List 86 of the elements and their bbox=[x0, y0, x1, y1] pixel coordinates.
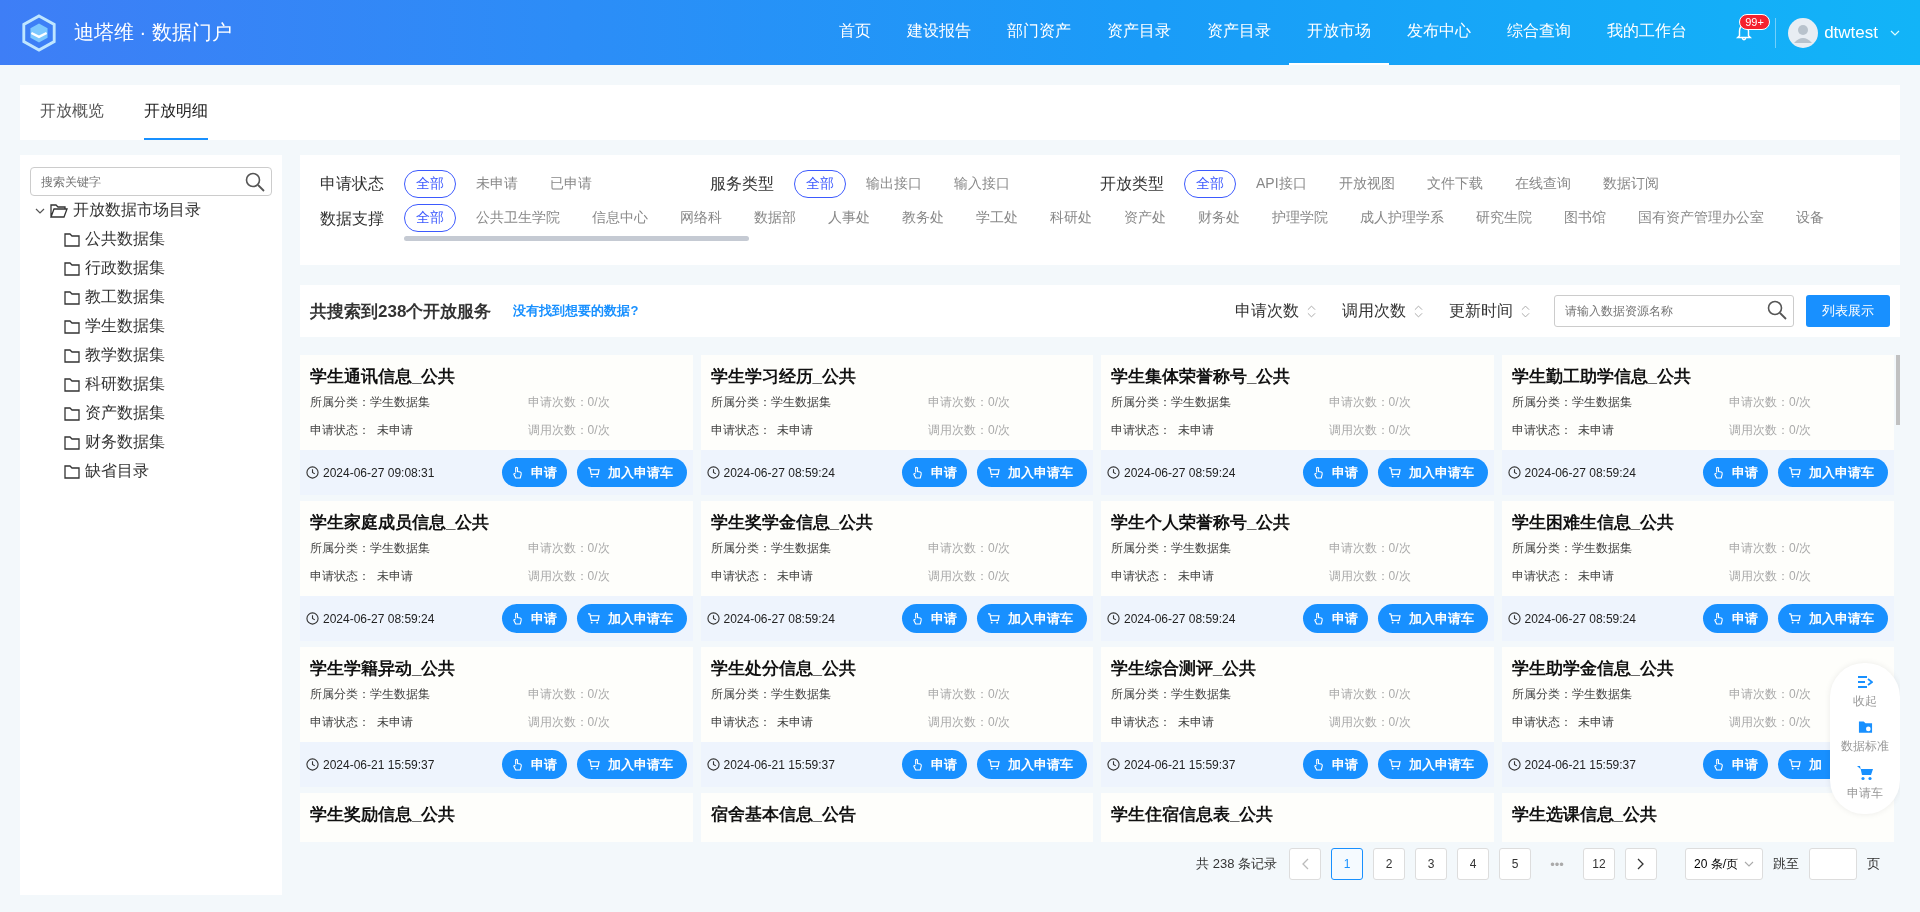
page-unit-label: 页 bbox=[1867, 855, 1880, 873]
card-title: 学生困难生信息_公共 bbox=[1511, 512, 1674, 534]
results-summary: 共搜索到238个开放服务 bbox=[310, 300, 492, 323]
card-title: 学生综合测评_公共 bbox=[1111, 658, 1257, 680]
total-records: 共 238 条记录 bbox=[1196, 855, 1277, 873]
apply-count: 申请次数：0/次 bbox=[527, 686, 610, 703]
update-time: 2024-06-27 08:59:24 bbox=[1524, 611, 1636, 626]
call-count: 调用次数：0/次 bbox=[1729, 714, 1811, 731]
update-time: 2024-06-21 15:59:37 bbox=[323, 757, 435, 772]
apply-status: 申请状态： 未申请 bbox=[1111, 714, 1214, 731]
update-time: 2024-06-27 08:59:24 bbox=[1124, 465, 1236, 480]
filter-label: 开放类型 bbox=[1100, 173, 1165, 194]
apply-status: 申请状态： 未申请 bbox=[310, 568, 413, 585]
apply-count: 申请次数：0/次 bbox=[928, 540, 1010, 557]
call-count: 调用次数：0/次 bbox=[527, 568, 610, 585]
call-count: 调用次数：0/次 bbox=[527, 422, 610, 439]
apply-status: 申请状态： 未申请 bbox=[710, 714, 814, 731]
apply-status: 申请状态： 未申请 bbox=[1111, 422, 1214, 439]
card-title: 学生个人荣誉称号_公共 bbox=[1111, 512, 1291, 534]
apply-status: 申请状态： 未申请 bbox=[1511, 568, 1615, 585]
card-category: 所属分类：学生数据集 bbox=[1111, 394, 1231, 411]
card-category: 所属分类：学生数据集 bbox=[310, 394, 430, 411]
apply-count: 申请次数：0/次 bbox=[527, 394, 610, 411]
card-category: 所属分类：学生数据集 bbox=[710, 540, 831, 557]
apply-count: 申请次数：0/次 bbox=[1328, 540, 1411, 557]
call-count: 调用次数：0/次 bbox=[1729, 568, 1811, 585]
card-category: 所属分类：学生数据集 bbox=[710, 394, 831, 411]
card-title: 学生勤工助学信息_公共 bbox=[1511, 366, 1691, 388]
apply-status: 申请状态： 未申请 bbox=[1511, 422, 1615, 439]
call-count: 调用次数：0/次 bbox=[928, 422, 1010, 439]
update-time: 2024-06-27 08:59:24 bbox=[323, 611, 435, 626]
filter-label: 数据支撑 bbox=[320, 209, 385, 229]
apply-status: 申请状态： 未申请 bbox=[310, 714, 413, 731]
update-time: 2024-06-27 08:59:24 bbox=[1124, 611, 1236, 626]
card-title: 学生学籍异动_公共 bbox=[310, 658, 456, 680]
update-time: 2024-06-21 15:59:37 bbox=[1524, 757, 1636, 772]
filter-label: 服务类型 bbox=[710, 173, 775, 194]
card-category: 所属分类：学生数据集 bbox=[1511, 394, 1632, 411]
card-category: 所属分类：学生数据集 bbox=[1511, 686, 1632, 703]
card-title: 学生处分信息_公共 bbox=[710, 658, 856, 680]
card-title: 学生助学金信息_公共 bbox=[1511, 658, 1674, 680]
card-category: 所属分类：学生数据集 bbox=[310, 686, 430, 703]
card-category: 所属分类：学生数据集 bbox=[310, 540, 430, 557]
apply-count: 申请次数：0/次 bbox=[1729, 686, 1811, 703]
card-category: 所属分类：学生数据集 bbox=[1511, 540, 1632, 557]
card-title: 学生选课信息_公共 bbox=[1511, 804, 1657, 826]
card-title: 学生住宿信息表_公共 bbox=[1111, 804, 1274, 826]
card-title: 宿舍基本信息_公告 bbox=[710, 804, 856, 826]
update-time: 2024-06-27 08:59:24 bbox=[723, 465, 835, 480]
filter-label: 申请状态 bbox=[320, 173, 385, 194]
card-category: 所属分类：学生数据集 bbox=[1111, 540, 1231, 557]
card-title: 学生奖励信息_公共 bbox=[310, 804, 456, 826]
apply-count: 申请次数：0/次 bbox=[1328, 686, 1411, 703]
apply-status: 申请状态： 未申请 bbox=[310, 422, 413, 439]
apply-count: 申请次数：0/次 bbox=[1729, 394, 1811, 411]
card-title: 学生奖学金信息_公共 bbox=[710, 512, 873, 534]
jump-label: 跳至 bbox=[1773, 855, 1799, 873]
apply-count: 申请次数：0/次 bbox=[1328, 394, 1411, 411]
apply-count: 申请次数：0/次 bbox=[1729, 540, 1811, 557]
apply-status: 申请状态： 未申请 bbox=[1111, 568, 1214, 585]
call-count: 调用次数：0/次 bbox=[1328, 422, 1411, 439]
update-time: 2024-06-21 15:59:37 bbox=[723, 757, 835, 772]
card-title: 学生通讯信息_公共 bbox=[310, 366, 456, 388]
apply-status: 申请状态： 未申请 bbox=[710, 422, 814, 439]
card-category: 所属分类：学生数据集 bbox=[1111, 686, 1231, 703]
apply-count: 申请次数：0/次 bbox=[928, 686, 1010, 703]
call-count: 调用次数：0/次 bbox=[1328, 714, 1411, 731]
card-category: 所属分类：学生数据集 bbox=[710, 686, 831, 703]
card-title: 学生学习经历_公共 bbox=[710, 366, 856, 388]
card-title: 学生集体荣誉称号_公共 bbox=[1111, 366, 1291, 388]
update-time: 2024-06-21 15:59:37 bbox=[1124, 757, 1236, 772]
update-time: 2024-06-27 09:08:31 bbox=[323, 465, 435, 480]
apply-count: 申请次数：0/次 bbox=[527, 540, 610, 557]
portal-title: 迪塔维 · 数据门户 bbox=[74, 20, 232, 45]
call-count: 调用次数：0/次 bbox=[928, 568, 1010, 585]
call-count: 调用次数：0/次 bbox=[1729, 422, 1811, 439]
card-title: 学生家庭成员信息_公共 bbox=[310, 512, 490, 534]
call-count: 调用次数：0/次 bbox=[527, 714, 610, 731]
apply-status: 申请状态： 未申请 bbox=[710, 568, 814, 585]
update-time: 2024-06-27 08:59:24 bbox=[1524, 465, 1636, 480]
update-time: 2024-06-27 08:59:24 bbox=[723, 611, 835, 626]
apply-status: 申请状态： 未申请 bbox=[1511, 714, 1615, 731]
call-count: 调用次数：0/次 bbox=[928, 714, 1010, 731]
notification-badge: 99+ bbox=[1739, 13, 1770, 30]
call-count: 调用次数：0/次 bbox=[1328, 568, 1411, 585]
apply-count: 申请次数：0/次 bbox=[928, 394, 1010, 411]
